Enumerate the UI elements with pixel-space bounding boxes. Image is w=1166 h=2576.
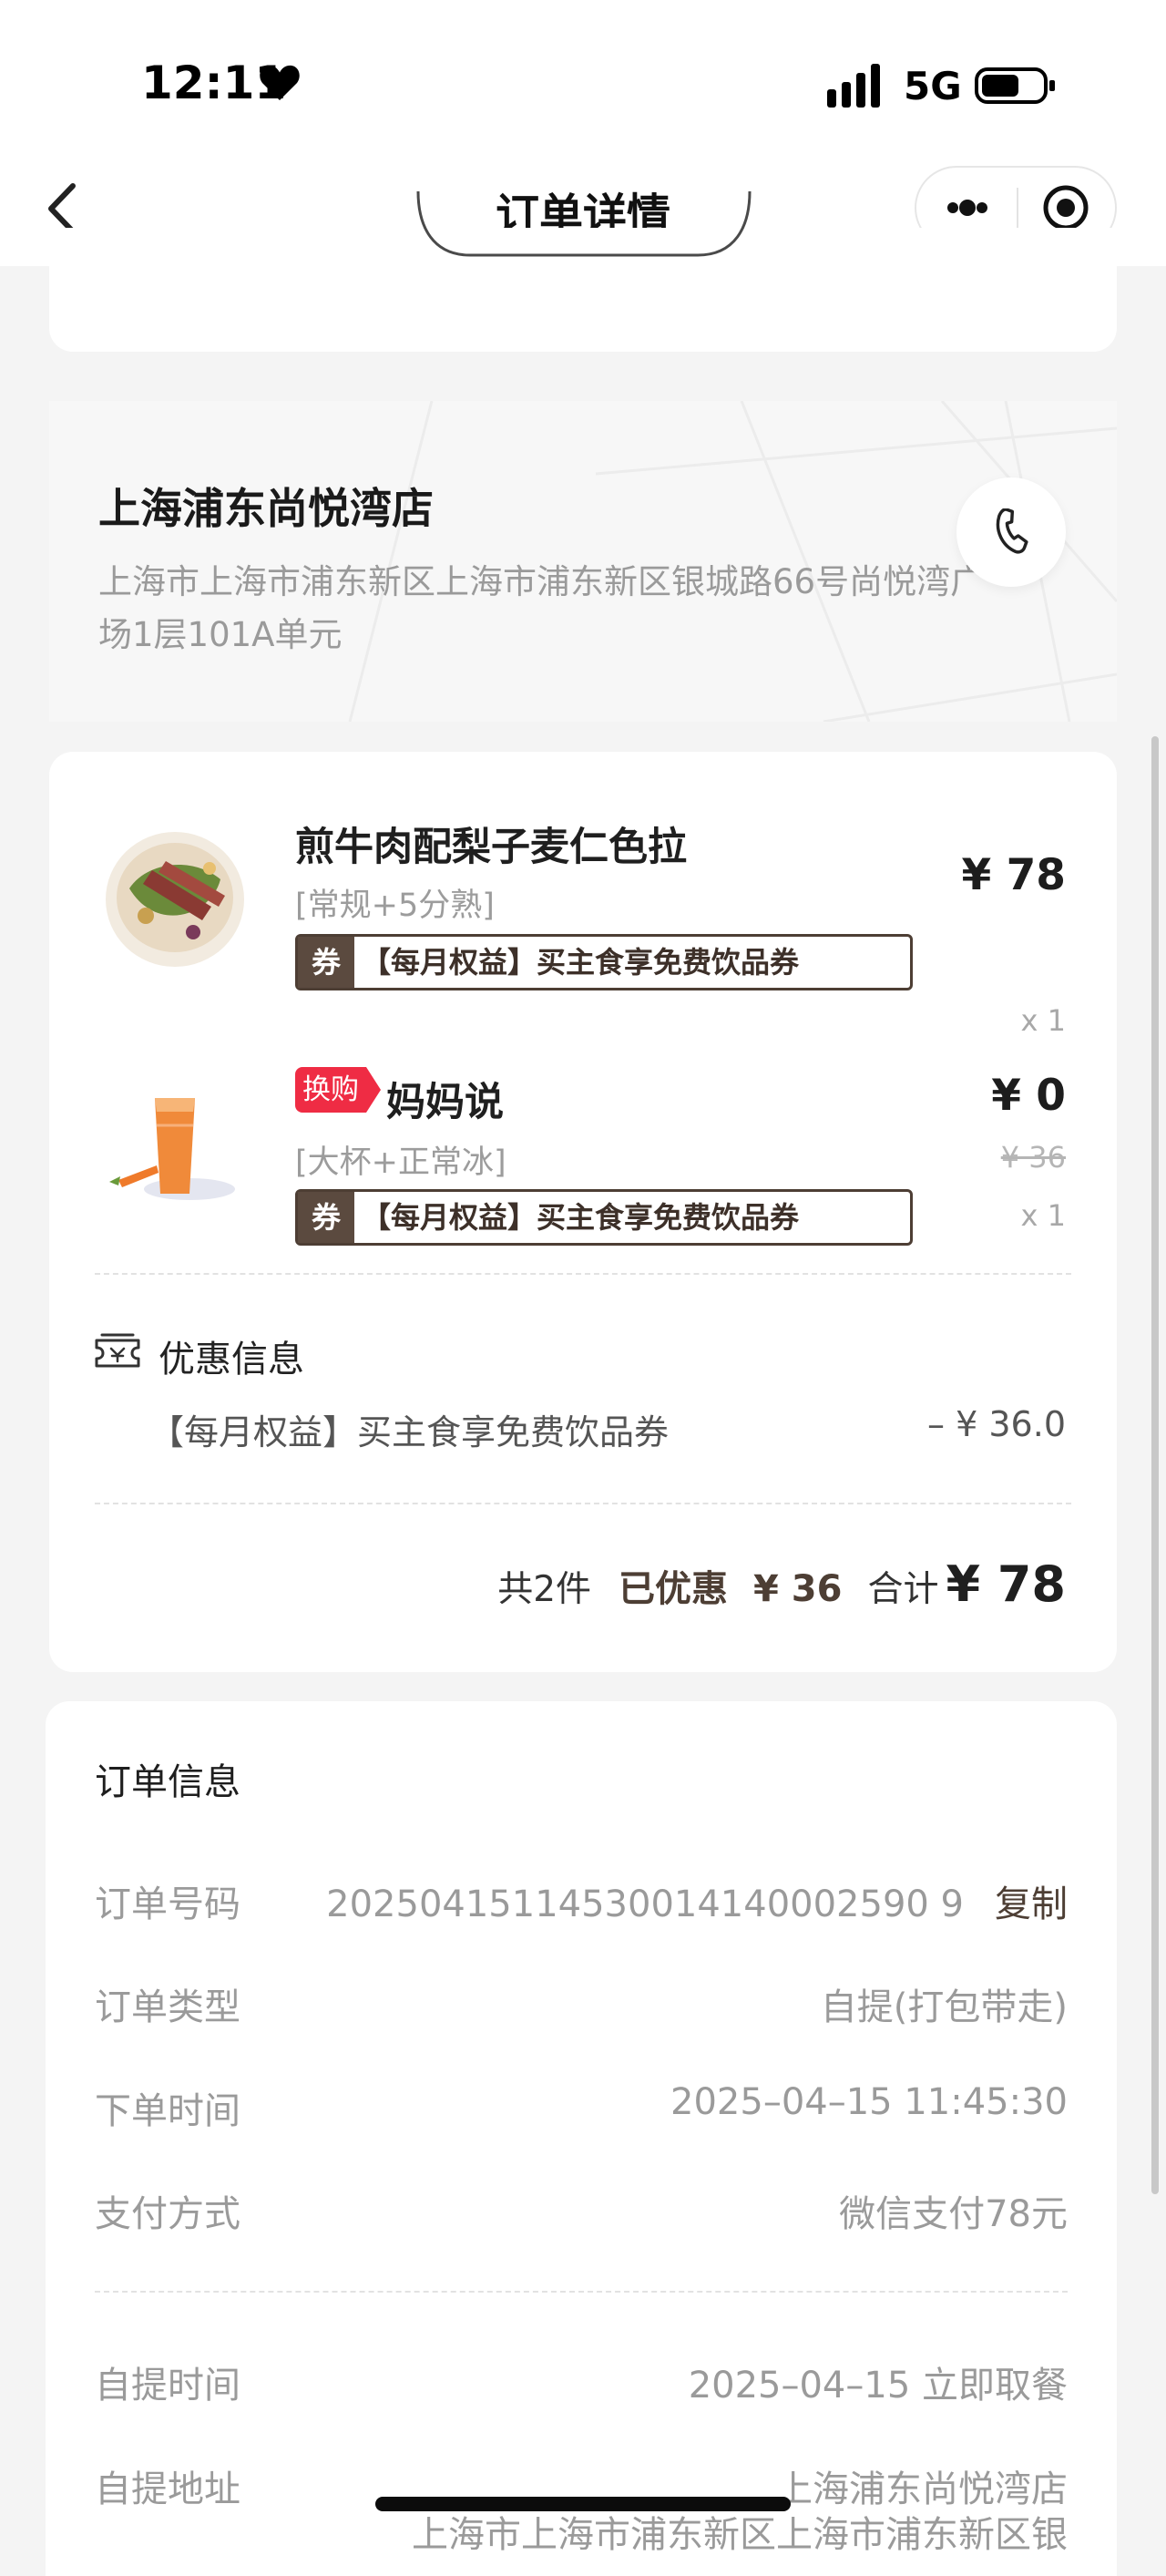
- divider: [95, 2291, 1068, 2293]
- status-bar: 12:11 5G: [0, 0, 1166, 155]
- discount-label: 已优惠: [619, 1568, 729, 1610]
- order-items-card: 煎牛肉配梨子麦仁色拉 [常规+5分熟] 券 【每月权益】买主食享免费饮品券 ¥ …: [49, 752, 1117, 1672]
- item-spec: [大杯+正常冰]: [295, 1144, 506, 1181]
- info-value: 自提(打包带走): [820, 1986, 1068, 2028]
- coupon-label: 券 【每月权益】买主食享免费饮品券: [295, 1189, 913, 1246]
- coupon-tag: 券: [298, 1192, 354, 1243]
- order-info-card: 订单信息 订单号码 20250415114530014140002590 9 复制…: [46, 1701, 1117, 2576]
- info-value: 微信支付78元: [839, 2193, 1068, 2235]
- ticket-icon: [95, 1333, 140, 1368]
- battery-icon: [975, 67, 1055, 104]
- order-number-value: 20250415114530014140002590 9 复制: [326, 1874, 1068, 1927]
- store-name: 上海浦东尚悦湾店: [98, 484, 434, 533]
- call-store-button[interactable]: [956, 477, 1066, 587]
- discount-value: ¥ 36: [753, 1568, 843, 1610]
- item-price: ¥ 78: [961, 850, 1066, 900]
- swap-badge-arrow: [366, 1067, 381, 1113]
- swap-badge-label: 换购: [295, 1067, 366, 1113]
- discount-name: 【每月权益】买主食享免费饮品券: [149, 1412, 670, 1452]
- item-original-price: ¥ 36: [1000, 1140, 1066, 1175]
- order-info-title: 订单信息: [95, 1761, 240, 1803]
- coupon-text: 【每月权益】买主食享免费饮品券: [362, 1200, 800, 1235]
- copy-button[interactable]: 复制: [995, 1883, 1068, 1925]
- item-name: 妈妈说: [386, 1080, 504, 1125]
- total-value: ¥ 78: [946, 1555, 1066, 1613]
- item-price: ¥ 0: [991, 1071, 1066, 1121]
- home-indicator[interactable]: [375, 2497, 791, 2511]
- juice-image: [109, 1098, 235, 1200]
- scrollbar[interactable]: [1151, 736, 1159, 2194]
- order-item: 换购 妈妈说 [大杯+正常冰] 券 【每月权益】买主食享免费饮品券 ¥ 0 ¥ …: [49, 1052, 1117, 1289]
- info-label: 订单号码: [95, 1883, 240, 1925]
- info-label: 订单类型: [95, 1986, 240, 2028]
- store-address: 上海市上海市浦东新区上海市浦东新区银城路66号尚悦湾广场1层101A单元: [98, 562, 985, 654]
- discount-title: 优惠信息: [159, 1339, 304, 1380]
- divider: [95, 1503, 1071, 1504]
- pickup-time-row: 自提时间 2025–04–15 立即取餐: [95, 2355, 1068, 2410]
- order-item: 煎牛肉配梨子麦仁色拉 [常规+5分熟] 券 【每月权益】买主食享免费饮品券 ¥ …: [49, 788, 1117, 1062]
- heart-icon: [260, 65, 300, 100]
- network-label: 5G: [904, 64, 962, 108]
- signal-icon: [827, 64, 880, 108]
- item-spec: [常规+5分熟]: [295, 888, 495, 924]
- coupon-label: 券 【每月权益】买主食享免费饮品券: [295, 934, 913, 990]
- info-label: 自提时间: [95, 2365, 240, 2407]
- info-value: 2025–04–15 11:45:30: [670, 2081, 1068, 2123]
- info-label: 支付方式: [95, 2193, 240, 2235]
- pickup-card-bottom: [49, 191, 1117, 352]
- phone-icon: [996, 508, 1028, 554]
- order-type-row: 订单类型 自提(打包带走): [95, 1977, 1068, 2032]
- coupon-tag: 券: [298, 937, 354, 988]
- order-summary: 共2件 已优惠 ¥ 36 合计 ¥ 78: [497, 1555, 1066, 1619]
- divider: [95, 1273, 1071, 1275]
- coupon-text: 【每月权益】买主食享免费饮品券: [362, 945, 800, 980]
- item-quantity: x 1: [1020, 1198, 1066, 1233]
- order-time-row: 下单时间 2025–04–15 11:45:30: [95, 2081, 1068, 2136]
- discount-amount: – ¥ 36.0: [927, 1404, 1066, 1444]
- info-value: 2025–04–15 立即取餐: [688, 2365, 1068, 2407]
- store-card: 上海浦东尚悦湾店 上海市上海市浦东新区上海市浦东新区银城路66号尚悦湾广场1层1…: [49, 401, 1117, 722]
- order-number: 20250415114530014140002590 9: [326, 1883, 964, 1925]
- salad-image: [106, 832, 244, 967]
- total-label: 合计: [867, 1569, 939, 1610]
- pickup-button-outline[interactable]: [415, 191, 752, 273]
- info-label: 下单时间: [95, 2090, 240, 2132]
- pickup-address-detail: 上海市上海市浦东新区上海市浦东新区银: [412, 2514, 1068, 2556]
- item-quantity: x 1: [1020, 1003, 1066, 1038]
- payment-method-row: 支付方式 微信支付78元: [95, 2184, 1068, 2239]
- item-count: 共2件: [497, 1569, 592, 1610]
- info-label: 自提地址: [95, 2468, 240, 2510]
- item-name: 煎牛肉配梨子麦仁色拉: [295, 825, 687, 870]
- order-number-row: 订单号码 20250415114530014140002590 9 复制: [95, 1874, 1068, 1929]
